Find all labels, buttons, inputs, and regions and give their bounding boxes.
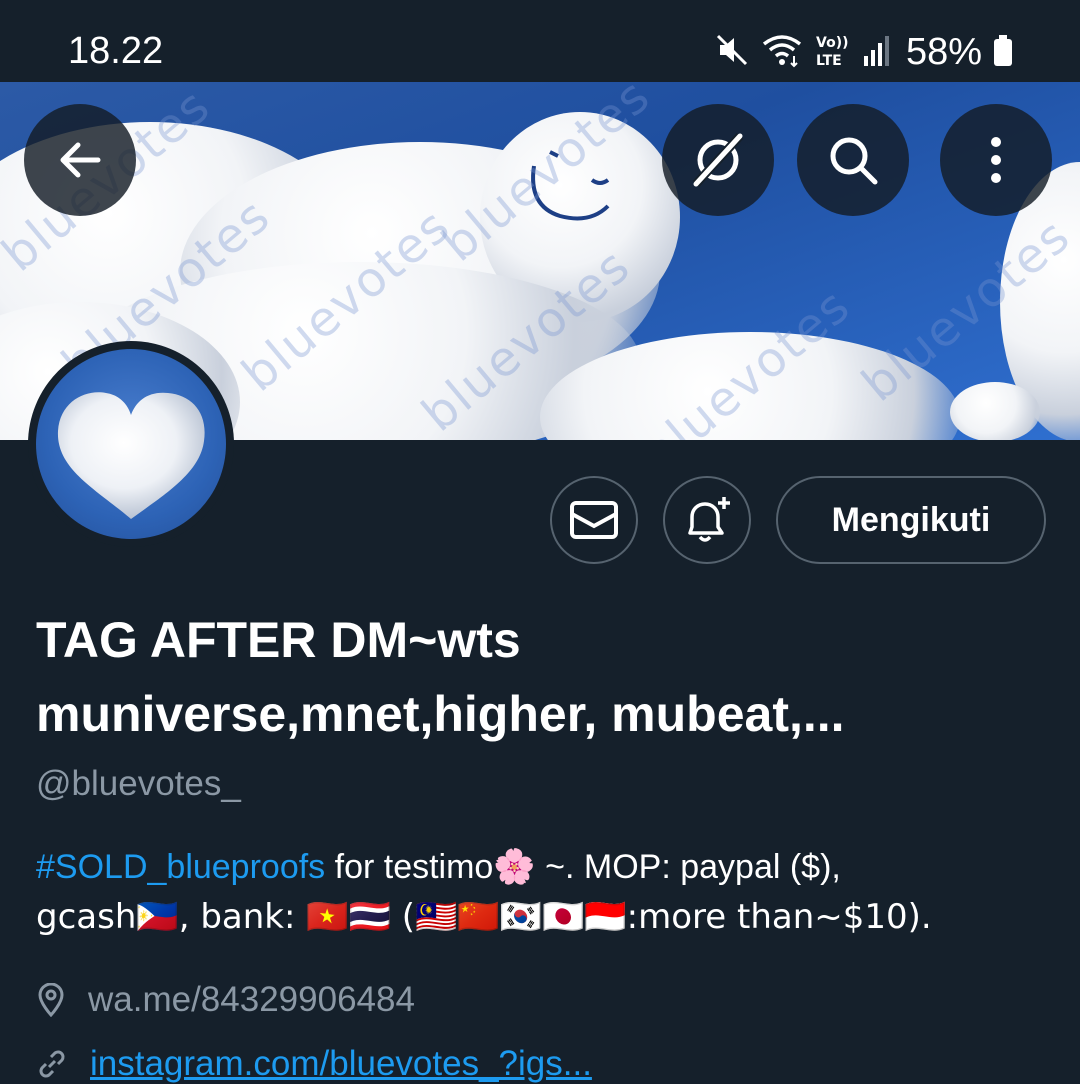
volte-icon: Vo)) LTE bbox=[814, 32, 852, 73]
back-button[interactable] bbox=[24, 104, 136, 216]
website-link[interactable]: instagram.com/bluevotes_?igs... bbox=[90, 1044, 592, 1084]
more-options-button[interactable] bbox=[940, 104, 1052, 216]
heart-cloud-image bbox=[57, 392, 205, 519]
status-icons: Vo)) LTE 58% bbox=[714, 30, 1014, 74]
display-name: TAG AFTER DM~wts muniverse,mnet,higher, … bbox=[36, 603, 1046, 751]
bio-hashtag-link[interactable]: #SOLD_blueproofs bbox=[36, 848, 325, 886]
display-name-line2: muniverse,mnet,higher, mubeat,... bbox=[36, 686, 845, 742]
cloud-shape bbox=[950, 382, 1040, 440]
location-text: wa.me/84329906484 bbox=[88, 980, 415, 1019]
bio-text: for testimo🌸 ~. MOP: paypal ($), bbox=[325, 848, 841, 886]
location-row: wa.me/84329906484 bbox=[36, 980, 415, 1020]
bio-line2: gcash🇵🇭, bank: 🇻🇳🇹🇭 (🇲🇾🇨🇳🇰🇷🇯🇵🇮🇩:more tha… bbox=[36, 897, 932, 937]
mail-icon bbox=[570, 501, 618, 539]
battery-percent: 58% bbox=[905, 30, 982, 73]
profile-bio: #SOLD_blueproofs for testimo🌸 ~. MOP: pa… bbox=[36, 842, 1046, 942]
status-bar: 18.22 Vo)) LTE 58% bbox=[0, 0, 1080, 82]
status-time: 18.22 bbox=[68, 30, 164, 72]
svg-text:Vo)): Vo)) bbox=[816, 35, 848, 51]
svg-text:LTE: LTE bbox=[816, 53, 842, 68]
mute-icon bbox=[714, 32, 750, 73]
grok-button[interactable] bbox=[662, 104, 774, 216]
display-name-line1: TAG AFTER DM~wts bbox=[36, 612, 521, 668]
battery-icon bbox=[992, 32, 1014, 73]
message-button[interactable] bbox=[550, 476, 638, 564]
link-icon bbox=[39, 1050, 65, 1078]
following-button[interactable]: Mengikuti bbox=[776, 476, 1046, 564]
signal-icon bbox=[862, 32, 892, 73]
username-handle: @bluevotes_ bbox=[36, 764, 241, 803]
bell-plus-icon bbox=[688, 497, 730, 542]
arrow-left-icon bbox=[60, 142, 101, 178]
grok-icon bbox=[692, 132, 744, 188]
search-button[interactable] bbox=[797, 104, 909, 216]
avatar[interactable] bbox=[28, 341, 234, 547]
wifi-icon bbox=[760, 32, 804, 73]
bio-line1: #SOLD_blueproofs for testimo🌸 ~. MOP: pa… bbox=[36, 842, 1046, 892]
avatar-image bbox=[36, 349, 226, 539]
website-row[interactable]: instagram.com/bluevotes_?igs... bbox=[36, 1044, 592, 1084]
more-vertical-icon bbox=[991, 137, 1001, 183]
location-pin-icon bbox=[38, 983, 64, 1017]
notifications-button[interactable] bbox=[663, 476, 751, 564]
search-icon bbox=[830, 137, 878, 185]
